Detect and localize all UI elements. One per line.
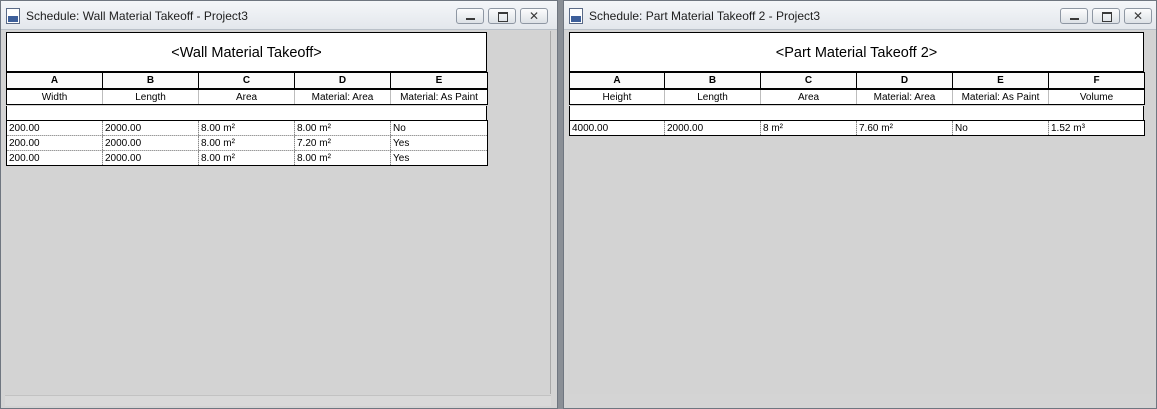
column-header-height[interactable]: Height [569, 89, 665, 105]
column-name-header: Height Length Area Material: Area Materi… [569, 89, 1145, 105]
cell-area[interactable]: 8.00 m² [198, 135, 295, 151]
window-title: Schedule: Part Material Takeoff 2 - Proj… [589, 9, 821, 23]
cell-length[interactable]: 2000.00 [102, 150, 199, 166]
cell-material-area[interactable]: 8.00 m² [294, 120, 391, 136]
header-spacer-row [6, 106, 487, 120]
close-button[interactable]: ✕ [520, 8, 548, 24]
schedule-title[interactable]: <Part Material Takeoff 2> [569, 32, 1144, 72]
column-header-width[interactable]: Width [6, 89, 103, 105]
column-header-area[interactable]: Area [198, 89, 295, 105]
column-letter-a[interactable]: A [6, 72, 103, 89]
column-header-length[interactable]: Length [102, 89, 199, 105]
minimize-button[interactable] [1060, 8, 1088, 24]
revit-schedule-icon [569, 8, 583, 24]
schedule-window-part-material-takeoff[interactable]: Schedule: Part Material Takeoff 2 - Proj… [563, 0, 1157, 409]
column-header-volume[interactable]: Volume [1048, 89, 1145, 105]
restore-icon [1102, 12, 1112, 22]
cell-width[interactable]: 200.00 [6, 120, 103, 136]
column-letter-a[interactable]: A [569, 72, 665, 89]
cell-material-area[interactable]: 7.60 m² [856, 120, 953, 136]
column-header-material-area[interactable]: Material: Area [294, 89, 391, 105]
column-header-area[interactable]: Area [760, 89, 857, 105]
schedule-body: 200.00 2000.00 8.00 m² 8.00 m² No 200.00… [6, 120, 488, 166]
restore-icon [498, 12, 508, 22]
header-spacer-row [569, 106, 1144, 120]
schedule-window-wall-material-takeoff[interactable]: Schedule: Wall Material Takeoff - Projec… [0, 0, 558, 409]
column-letter-c[interactable]: C [760, 72, 857, 89]
cell-material-area[interactable]: 7.20 m² [294, 135, 391, 151]
cell-length[interactable]: 2000.00 [102, 135, 199, 151]
table-row[interactable]: 200.00 2000.00 8.00 m² 7.20 m² Yes [6, 135, 488, 151]
horizontal-scrollbar[interactable] [5, 395, 551, 406]
column-letter-b[interactable]: B [102, 72, 199, 89]
cell-height[interactable]: 4000.00 [569, 120, 665, 136]
minimize-icon [466, 18, 475, 20]
restore-button[interactable] [1092, 8, 1120, 24]
column-header-material-as-paint[interactable]: Material: As Paint [390, 89, 488, 105]
cell-area[interactable]: 8 m² [760, 120, 857, 136]
minimize-button[interactable] [456, 8, 484, 24]
window-title: Schedule: Wall Material Takeoff - Projec… [26, 9, 248, 23]
column-name-header: Width Length Area Material: Area Materia… [6, 89, 488, 105]
column-letter-b[interactable]: B [664, 72, 761, 89]
column-header-material-as-paint[interactable]: Material: As Paint [952, 89, 1049, 105]
schedule-body: 4000.00 2000.00 8 m² 7.60 m² No 1.52 m³ [569, 120, 1145, 136]
cell-length[interactable]: 2000.00 [664, 120, 761, 136]
cell-width[interactable]: 200.00 [6, 135, 103, 151]
title-bar[interactable]: Schedule: Part Material Takeoff 2 - Proj… [564, 1, 1156, 30]
column-letter-e[interactable]: E [952, 72, 1049, 89]
restore-button[interactable] [488, 8, 516, 24]
column-letter-header: A B C D E F [569, 72, 1145, 89]
column-letter-e[interactable]: E [390, 72, 488, 89]
column-header-material-area[interactable]: Material: Area [856, 89, 953, 105]
table-row[interactable]: 200.00 2000.00 8.00 m² 8.00 m² No [6, 120, 488, 136]
column-letter-c[interactable]: C [198, 72, 295, 89]
schedule-view[interactable]: <Wall Material Takeoff> A B C D E Width … [5, 31, 551, 394]
column-letter-header: A B C D E [6, 72, 488, 89]
cell-area[interactable]: 8.00 m² [198, 120, 295, 136]
cell-area[interactable]: 8.00 m² [198, 150, 295, 166]
cell-material-as-paint[interactable]: Yes [390, 135, 488, 151]
cell-length[interactable]: 2000.00 [102, 120, 199, 136]
title-bar[interactable]: Schedule: Wall Material Takeoff - Projec… [1, 1, 557, 30]
close-icon: ✕ [528, 9, 540, 23]
cell-material-as-paint[interactable]: Yes [390, 150, 488, 166]
schedule-view[interactable]: <Part Material Takeoff 2> A B C D E F He… [568, 31, 1154, 394]
column-letter-d[interactable]: D [856, 72, 953, 89]
table-row[interactable]: 200.00 2000.00 8.00 m² 8.00 m² Yes [6, 150, 488, 166]
minimize-icon [1070, 18, 1079, 20]
close-icon: ✕ [1132, 9, 1144, 23]
cell-material-area[interactable]: 8.00 m² [294, 150, 391, 166]
cell-width[interactable]: 200.00 [6, 150, 103, 166]
schedule-title[interactable]: <Wall Material Takeoff> [6, 32, 487, 72]
cell-volume[interactable]: 1.52 m³ [1048, 120, 1145, 136]
column-letter-d[interactable]: D [294, 72, 391, 89]
cell-material-as-paint[interactable]: No [390, 120, 488, 136]
column-letter-f[interactable]: F [1048, 72, 1145, 89]
cell-material-as-paint[interactable]: No [952, 120, 1049, 136]
table-row[interactable]: 4000.00 2000.00 8 m² 7.60 m² No 1.52 m³ [569, 120, 1145, 136]
revit-schedule-icon [6, 8, 20, 24]
close-button[interactable]: ✕ [1124, 8, 1152, 24]
column-header-length[interactable]: Length [664, 89, 761, 105]
